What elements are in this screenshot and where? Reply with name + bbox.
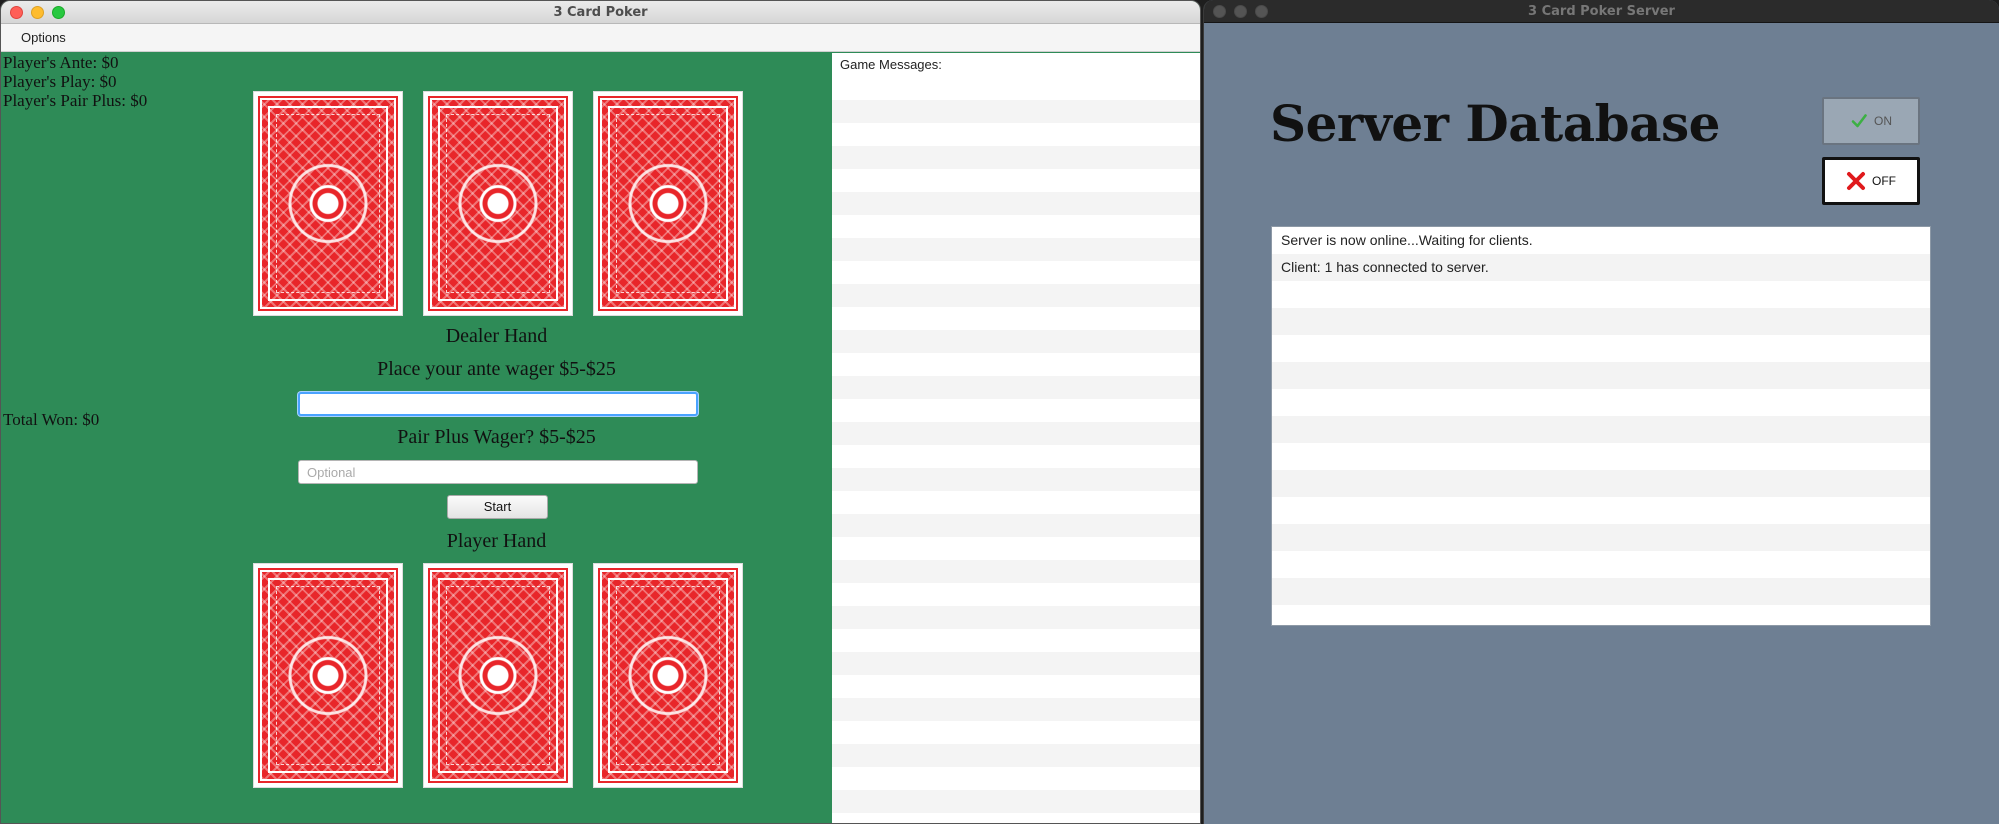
server-maximize-button[interactable] — [1255, 5, 1268, 18]
ante-wager-input[interactable] — [298, 392, 698, 416]
server-titlebar: 3 Card Poker Server — [1204, 0, 1999, 23]
maximize-window-button[interactable] — [52, 6, 65, 19]
server-minimize-button[interactable] — [1234, 5, 1247, 18]
dealer-card-2 — [423, 91, 573, 316]
card-back-icon — [428, 568, 568, 783]
server-on-button[interactable]: ON — [1822, 97, 1920, 145]
pair-plus-wager-input[interactable] — [298, 460, 698, 484]
log-item: Server is now online...Waiting for clien… — [1281, 232, 1533, 248]
dealer-cards — [253, 91, 743, 316]
x-icon — [1847, 172, 1865, 190]
options-menu[interactable]: Options — [1, 24, 86, 52]
card-back-icon — [258, 96, 398, 311]
on-label: ON — [1874, 114, 1892, 128]
card-back-icon — [428, 96, 568, 311]
server-window-controls — [1213, 5, 1268, 18]
minimize-window-button[interactable] — [31, 6, 44, 19]
player-cards — [253, 563, 743, 788]
log-item: Client: 1 has connected to server. — [1281, 259, 1489, 275]
player-card-3 — [593, 563, 743, 788]
game-messages-header: Game Messages: — [832, 53, 1200, 77]
player-ante-text: Player's Ante: $0 — [3, 53, 119, 72]
dealer-card-1 — [253, 91, 403, 316]
server-close-button[interactable] — [1213, 5, 1226, 18]
poker-table: Player's Ante: $0 Player's Play: $0 Play… — [1, 53, 832, 823]
client-body: Player's Ante: $0 Player's Play: $0 Play… — [1, 53, 1200, 823]
client-window: 3 Card Poker Options Player's Ante: $0 P… — [0, 0, 1201, 824]
player-play-text: Player's Play: $0 — [3, 72, 117, 91]
check-icon — [1851, 114, 1867, 128]
player-card-1 — [253, 563, 403, 788]
server-heading: Server Database — [1270, 94, 1720, 153]
client-titlebar: 3 Card Poker — [1, 1, 1200, 24]
game-messages-list[interactable]: Game Messages: — [832, 53, 1200, 823]
server-log-list[interactable]: Server is now online...Waiting for clien… — [1271, 226, 1931, 626]
player-card-2 — [423, 563, 573, 788]
menubar: Options — [1, 24, 1200, 52]
dealer-card-3 — [593, 91, 743, 316]
card-back-icon — [598, 96, 738, 311]
card-back-icon — [258, 568, 398, 783]
window-title: 3 Card Poker — [553, 5, 648, 20]
total-won-text: Total Won: $0 — [3, 410, 100, 429]
window-controls — [10, 6, 65, 19]
server-window: 3 Card Poker Server Server Database ON O… — [1203, 0, 1999, 824]
player-pair-plus-text: Player's Pair Plus: $0 — [3, 91, 148, 110]
off-label: OFF — [1872, 174, 1896, 188]
close-window-button[interactable] — [10, 6, 23, 19]
player-stats: Player's Ante: $0 Player's Play: $0 Play… — [3, 53, 147, 110]
start-button[interactable]: Start — [447, 495, 548, 519]
server-window-title: 3 Card Poker Server — [1528, 4, 1675, 19]
server-off-button[interactable]: OFF — [1822, 157, 1920, 205]
card-back-icon — [598, 568, 738, 783]
